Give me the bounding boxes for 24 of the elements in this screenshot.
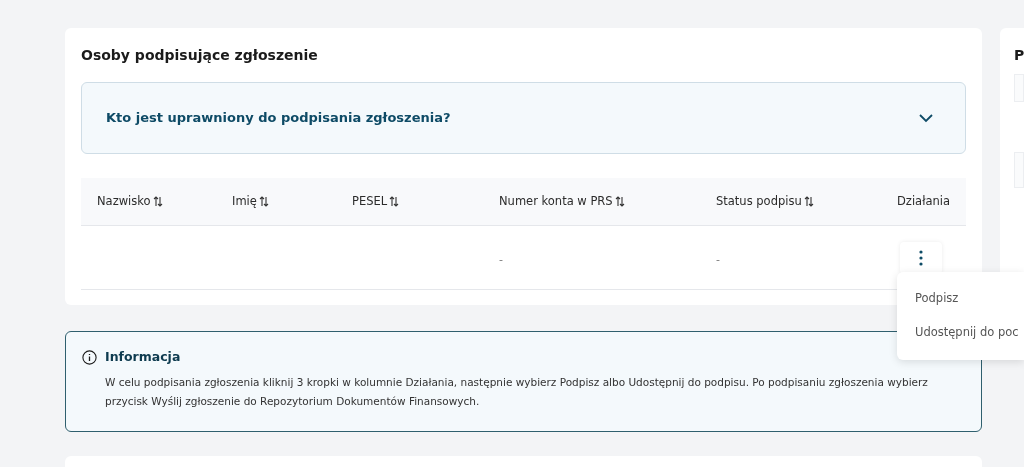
menu-item[interactable]: Podpisz [897, 282, 1024, 316]
column-header[interactable]: PESEL [352, 192, 400, 211]
menu-item[interactable]: Udostępnij do poc [897, 316, 1024, 350]
sort-icon [389, 196, 400, 207]
table-cell: - [716, 252, 720, 266]
column-header[interactable]: Numer konta w PRS [499, 192, 625, 211]
info-icon [82, 349, 97, 365]
info-text: W celu podpisania zgłoszenia kliknij 3 kropki w kolumnie Działania, następnie wybierz Podpisz albo Udostępnij do podpisu. Po podpisaniu zgłoszenia wybierz przycisk Wyślij zgłoszenie do Repozytorium Dokumentów Finansowych. [104, 374, 929, 409]
sort-icon [152, 196, 163, 207]
card-title: Osoby podpisujące zgłoszenie [81, 46, 319, 65]
accordion-header[interactable]: Kto jest uprawniony do podpisania zgłoszenia? [81, 82, 966, 154]
column-header[interactable]: Imię [232, 192, 269, 211]
more-options-button[interactable] [900, 241, 942, 274]
sort-icon [614, 196, 625, 207]
vertical-dots-icon [919, 249, 923, 266]
table-cell: - [499, 252, 503, 266]
chevron-icon [919, 113, 933, 123]
column-header[interactable]: Nazwisko [97, 192, 163, 211]
sort-icon [258, 196, 269, 207]
column-header[interactable]: Działania [897, 192, 950, 211]
panel-title: P [1014, 46, 1024, 65]
column-header[interactable]: Status podpisu [716, 192, 814, 211]
info-title: Informacja [105, 348, 181, 366]
sort-icon [803, 196, 814, 207]
